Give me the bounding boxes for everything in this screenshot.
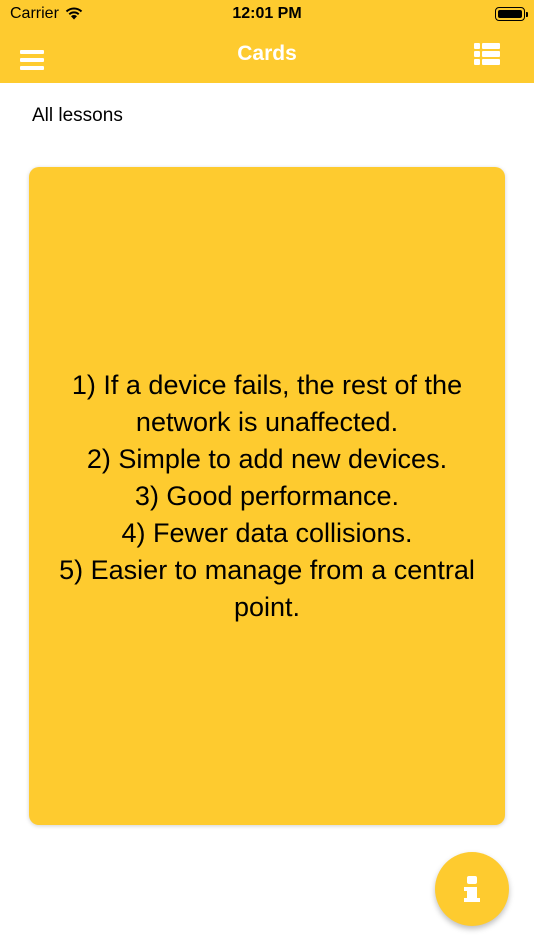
battery-icon <box>495 7 528 21</box>
top-bar: Carrier 12:01 PM Cards <box>0 0 534 83</box>
status-time: 12:01 PM <box>232 5 302 22</box>
status-bar: Carrier 12:01 PM <box>0 0 534 28</box>
info-button[interactable] <box>435 852 509 926</box>
page-title: Cards <box>237 42 297 65</box>
lessons-filter-label[interactable]: All lessons <box>32 105 123 127</box>
card-text: 1) If a device fails, the rest of the ne… <box>59 369 475 622</box>
flash-card[interactable]: 1) If a device fails, the rest of the ne… <box>29 167 505 825</box>
list-view-button[interactable] <box>474 43 500 65</box>
